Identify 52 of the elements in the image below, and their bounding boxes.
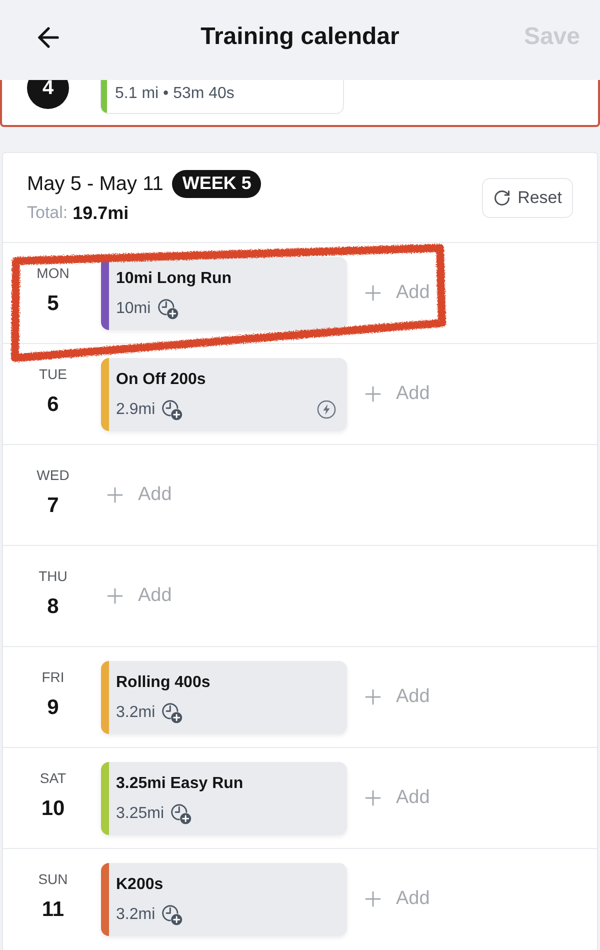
workout-title: On Off 200s xyxy=(116,370,207,390)
workout-card[interactable]: On Off 200s 2.9mi xyxy=(101,358,347,430)
total-label: Total: xyxy=(27,202,68,224)
date-number: 5 xyxy=(47,291,59,317)
weekday-label: SAT xyxy=(40,769,66,787)
workout-title: 10mi Long Run xyxy=(116,268,233,288)
clock-plus-icon[interactable] xyxy=(161,904,184,926)
workout-card[interactable]: 5.1 mi • 53m 40s xyxy=(100,80,344,114)
date-number: 8 xyxy=(47,594,59,620)
workout-distance: 3.2mi xyxy=(116,702,156,722)
workout-title: Rolling 400s xyxy=(116,672,212,692)
clock-plus-icon[interactable] xyxy=(156,298,179,320)
add-button[interactable]: Add xyxy=(103,582,172,610)
add-button[interactable]: Add xyxy=(361,682,430,712)
add-button[interactable]: Add xyxy=(103,480,172,510)
add-button[interactable]: Add xyxy=(361,884,430,914)
reset-button[interactable]: Reset xyxy=(482,178,573,218)
clock-plus-icon[interactable] xyxy=(161,398,184,420)
refresh-icon xyxy=(492,188,511,206)
workout-distance: 2.9mi xyxy=(116,400,156,420)
clock-plus-icon[interactable] xyxy=(161,702,184,724)
workout-distance: 3.2mi xyxy=(116,904,156,924)
workout-distance: 10mi xyxy=(116,298,151,318)
weekday-label: MON xyxy=(36,264,70,282)
workout-card[interactable]: K200s 3.2mi xyxy=(101,862,347,936)
weekday-label: SUN xyxy=(38,870,68,888)
add-button[interactable]: Add xyxy=(361,278,430,308)
add-button[interactable]: Add xyxy=(361,380,430,408)
date-number: 7 xyxy=(47,493,59,519)
workout-title: 3.25mi Easy Run xyxy=(116,774,244,794)
workout-card[interactable]: 10mi Long Run 10mi xyxy=(101,256,347,330)
week-number-badge: 4 xyxy=(27,80,69,109)
workout-title: K200s xyxy=(116,874,164,894)
date-number: 9 xyxy=(47,695,59,721)
lightning-icon xyxy=(317,400,336,419)
date-number: 11 xyxy=(42,897,64,923)
week-badge: WEEK 5 xyxy=(172,170,262,198)
workout-card[interactable]: 3.25mi Easy Run 3.25mi xyxy=(101,762,347,834)
weekday-label: TUE xyxy=(39,365,67,383)
workout-stats: 5.1 mi • 53m 40s xyxy=(115,84,234,104)
date-number: 6 xyxy=(47,392,59,418)
weekday-label: THU xyxy=(38,567,68,585)
date-number: 10 xyxy=(41,796,65,822)
week-date-range: May 5 - May 11 xyxy=(27,172,164,196)
total-value: 19.7mi xyxy=(72,202,129,224)
weekday-label: WED xyxy=(36,466,70,484)
window-title: Training calendar xyxy=(200,22,400,52)
clock-plus-icon[interactable] xyxy=(170,802,192,824)
add-button[interactable]: Add xyxy=(361,784,430,812)
workout-distance: 3.25mi xyxy=(116,804,164,824)
workout-card[interactable]: Rolling 400s 3.2mi xyxy=(101,660,347,734)
weekday-label: FRI xyxy=(42,668,64,686)
